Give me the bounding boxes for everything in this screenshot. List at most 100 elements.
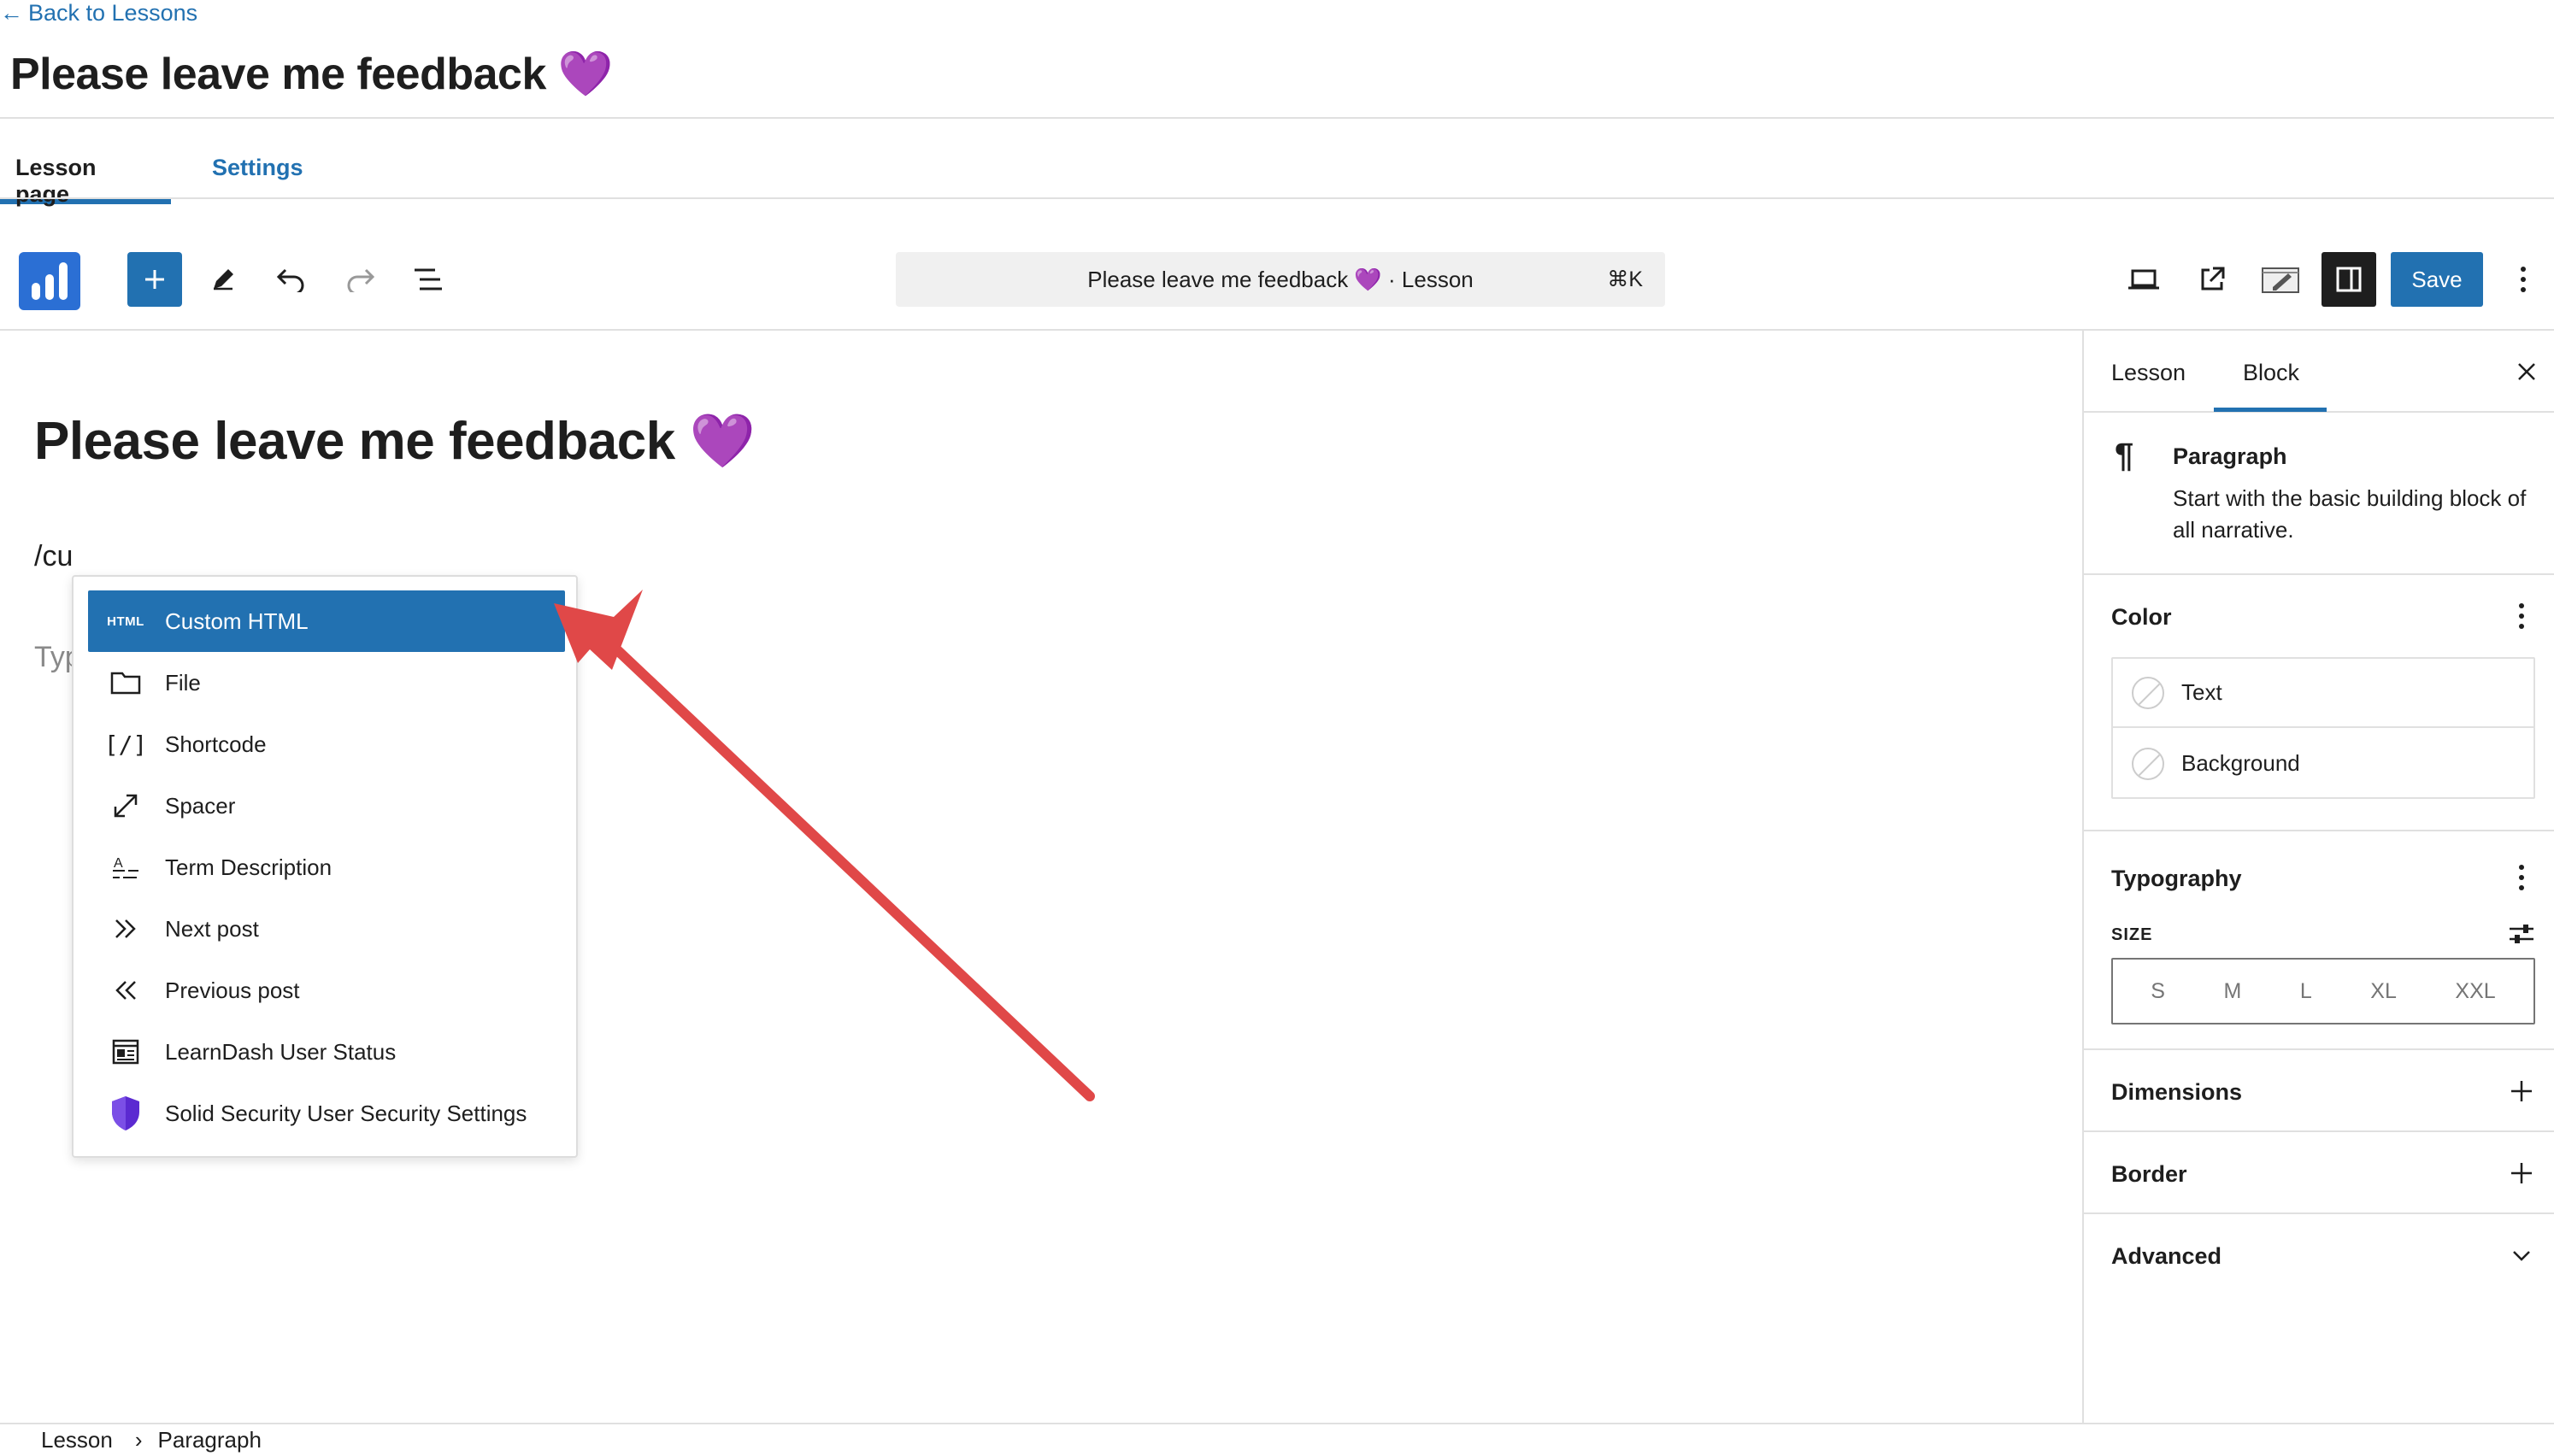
border-title: Border xyxy=(2111,1161,2187,1187)
settings-sidebar: Lesson Block ¶ Paragraph Start with the … xyxy=(2082,331,2554,1423)
color-title: Color xyxy=(2111,604,2172,630)
editor-toolbar: Please leave me feedback 💜 · Lesson ⌘K S… xyxy=(0,199,2554,331)
inserter-item-label: Term Description xyxy=(165,854,332,880)
dimensions-panel[interactable]: Dimensions xyxy=(2084,1050,2554,1132)
inserter-item-custom-html[interactable]: HTML Custom HTML xyxy=(88,590,565,652)
more-vertical-icon xyxy=(2521,267,2526,292)
empty-swatch-icon xyxy=(2132,747,2164,780)
chevron-right-icon: › xyxy=(134,1427,143,1453)
undo-icon xyxy=(276,268,304,292)
size-option-m[interactable]: M xyxy=(2223,979,2241,1004)
resize-icon xyxy=(105,791,146,820)
paragraph-block[interactable]: /cu xyxy=(34,540,73,573)
inserter-item-label: Next post xyxy=(165,915,259,942)
inserter-item-shortcode[interactable]: [/] Shortcode xyxy=(88,713,565,775)
color-panel: Color Text Background xyxy=(2084,575,2554,831)
sidebar-icon xyxy=(2336,267,2362,292)
chevrons-left-icon xyxy=(105,978,146,1003)
logo-icon[interactable] xyxy=(19,252,80,310)
settings-sidebar-toggle[interactable] xyxy=(2322,252,2376,307)
plus-icon xyxy=(2511,1163,2532,1183)
options-button[interactable] xyxy=(2496,252,2551,307)
inserter-item-label: Spacer xyxy=(165,792,236,819)
tools-button[interactable] xyxy=(196,252,250,307)
save-button[interactable]: Save xyxy=(2391,252,2483,307)
empty-swatch-icon xyxy=(2132,676,2164,709)
close-icon xyxy=(2518,363,2535,380)
advanced-toggle-button[interactable] xyxy=(2504,1238,2539,1272)
add-block-icon xyxy=(145,270,164,289)
tab-lesson-page[interactable]: Lesson page xyxy=(0,119,171,207)
inserter-item-solid-security[interactable]: Solid Security User Security Settings xyxy=(88,1083,565,1144)
command-shortcut: ⌘K xyxy=(1607,267,1643,291)
size-option-l[interactable]: L xyxy=(2300,979,2312,1004)
inserter-item-spacer[interactable]: Spacer xyxy=(88,775,565,837)
breadcrumb-lesson[interactable]: Lesson xyxy=(41,1427,113,1453)
sliders-icon xyxy=(2510,925,2533,943)
more-vertical-icon xyxy=(2519,865,2524,890)
back-link-label: Back to Lessons xyxy=(28,0,198,26)
page-title: Please leave me feedback 💜 xyxy=(10,50,614,99)
redo-button[interactable] xyxy=(332,252,387,307)
color-background-option[interactable]: Background xyxy=(2113,729,2533,798)
border-panel[interactable]: Border xyxy=(2084,1132,2554,1214)
font-size-picker: S M L XL XXL xyxy=(2111,958,2535,1024)
size-option-xl[interactable]: XL xyxy=(2370,979,2397,1004)
page-tabs: Lesson page Settings xyxy=(0,119,321,207)
user-status-icon xyxy=(105,1038,146,1066)
html-icon: HTML xyxy=(107,614,144,629)
inserter-item-previous-post[interactable]: Previous post xyxy=(88,960,565,1021)
typography-options-button[interactable] xyxy=(2504,860,2539,895)
dimensions-add-button[interactable] xyxy=(2504,1074,2539,1108)
typography-panel: Typography SIZE S M L XL XXL xyxy=(2084,831,2554,1050)
more-vertical-icon xyxy=(2519,603,2524,629)
block-inserter-popover: HTML Custom HTML File [/] Shortcode Spac… xyxy=(72,575,578,1158)
sidebar-tab-block[interactable]: Block xyxy=(2243,360,2299,386)
color-option-label: Text xyxy=(2181,679,2222,705)
custom-size-button[interactable] xyxy=(2504,917,2539,951)
close-sidebar-button[interactable] xyxy=(2511,356,2542,387)
inserter-item-label: Previous post xyxy=(165,977,300,1003)
dimensions-title: Dimensions xyxy=(2111,1079,2243,1105)
shield-icon xyxy=(105,1095,146,1132)
size-option-s[interactable]: S xyxy=(2151,979,2165,1004)
sidebar-tab-lesson[interactable]: Lesson xyxy=(2111,360,2186,386)
back-to-lessons-link[interactable]: ← Back to Lessons xyxy=(0,0,197,26)
inserter-item-label: Shortcode xyxy=(165,731,267,757)
breadcrumb-paragraph[interactable]: Paragraph xyxy=(158,1427,262,1453)
chevron-down-icon xyxy=(2513,1251,2530,1261)
document-overview-icon xyxy=(415,268,442,291)
inserter-item-file[interactable]: File xyxy=(88,652,565,713)
block-breadcrumb: Lesson › Paragraph xyxy=(0,1423,2554,1456)
laptop-icon xyxy=(2128,269,2159,290)
document-overview-button[interactable] xyxy=(401,252,456,307)
paragraph-icon: ¶ xyxy=(2115,437,2134,474)
inserter-item-next-post[interactable]: Next post xyxy=(88,898,565,960)
tab-settings[interactable]: Settings xyxy=(197,119,321,204)
inserter-item-label: LearnDash User Status xyxy=(165,1038,397,1065)
size-label: SIZE xyxy=(2111,925,2153,944)
inserter-item-learndash-user-status[interactable]: LearnDash User Status xyxy=(88,1021,565,1083)
folder-icon xyxy=(105,670,146,696)
command-palette-bar[interactable]: Please leave me feedback 💜 · Lesson ⌘K xyxy=(896,252,1665,307)
header-divider xyxy=(0,117,2554,119)
view-post-button[interactable] xyxy=(2185,252,2239,307)
advanced-title: Advanced xyxy=(2111,1243,2222,1269)
view-button[interactable] xyxy=(2116,252,2171,307)
svg-text:A: A xyxy=(114,856,123,871)
block-description: Start with the basic building block of a… xyxy=(2173,485,2527,543)
preview-button[interactable] xyxy=(2253,252,2308,307)
post-title[interactable]: Please leave me feedback 💜 xyxy=(34,410,756,473)
advanced-panel[interactable]: Advanced xyxy=(2084,1214,2554,1296)
size-option-xxl[interactable]: XXL xyxy=(2455,979,2495,1004)
undo-button[interactable] xyxy=(264,252,319,307)
shortcode-icon: [/] xyxy=(103,730,148,759)
color-text-option[interactable]: Text xyxy=(2113,659,2533,728)
border-add-button[interactable] xyxy=(2504,1156,2539,1190)
block-card: ¶ Paragraph Start with the basic buildin… xyxy=(2084,413,2554,575)
add-block-button[interactable] xyxy=(127,252,182,307)
inserter-item-label: File xyxy=(165,669,201,696)
color-options-button[interactable] xyxy=(2504,599,2539,633)
inserter-item-term-description[interactable]: A Term Description xyxy=(88,837,565,898)
active-tab-indicator xyxy=(2214,408,2327,412)
